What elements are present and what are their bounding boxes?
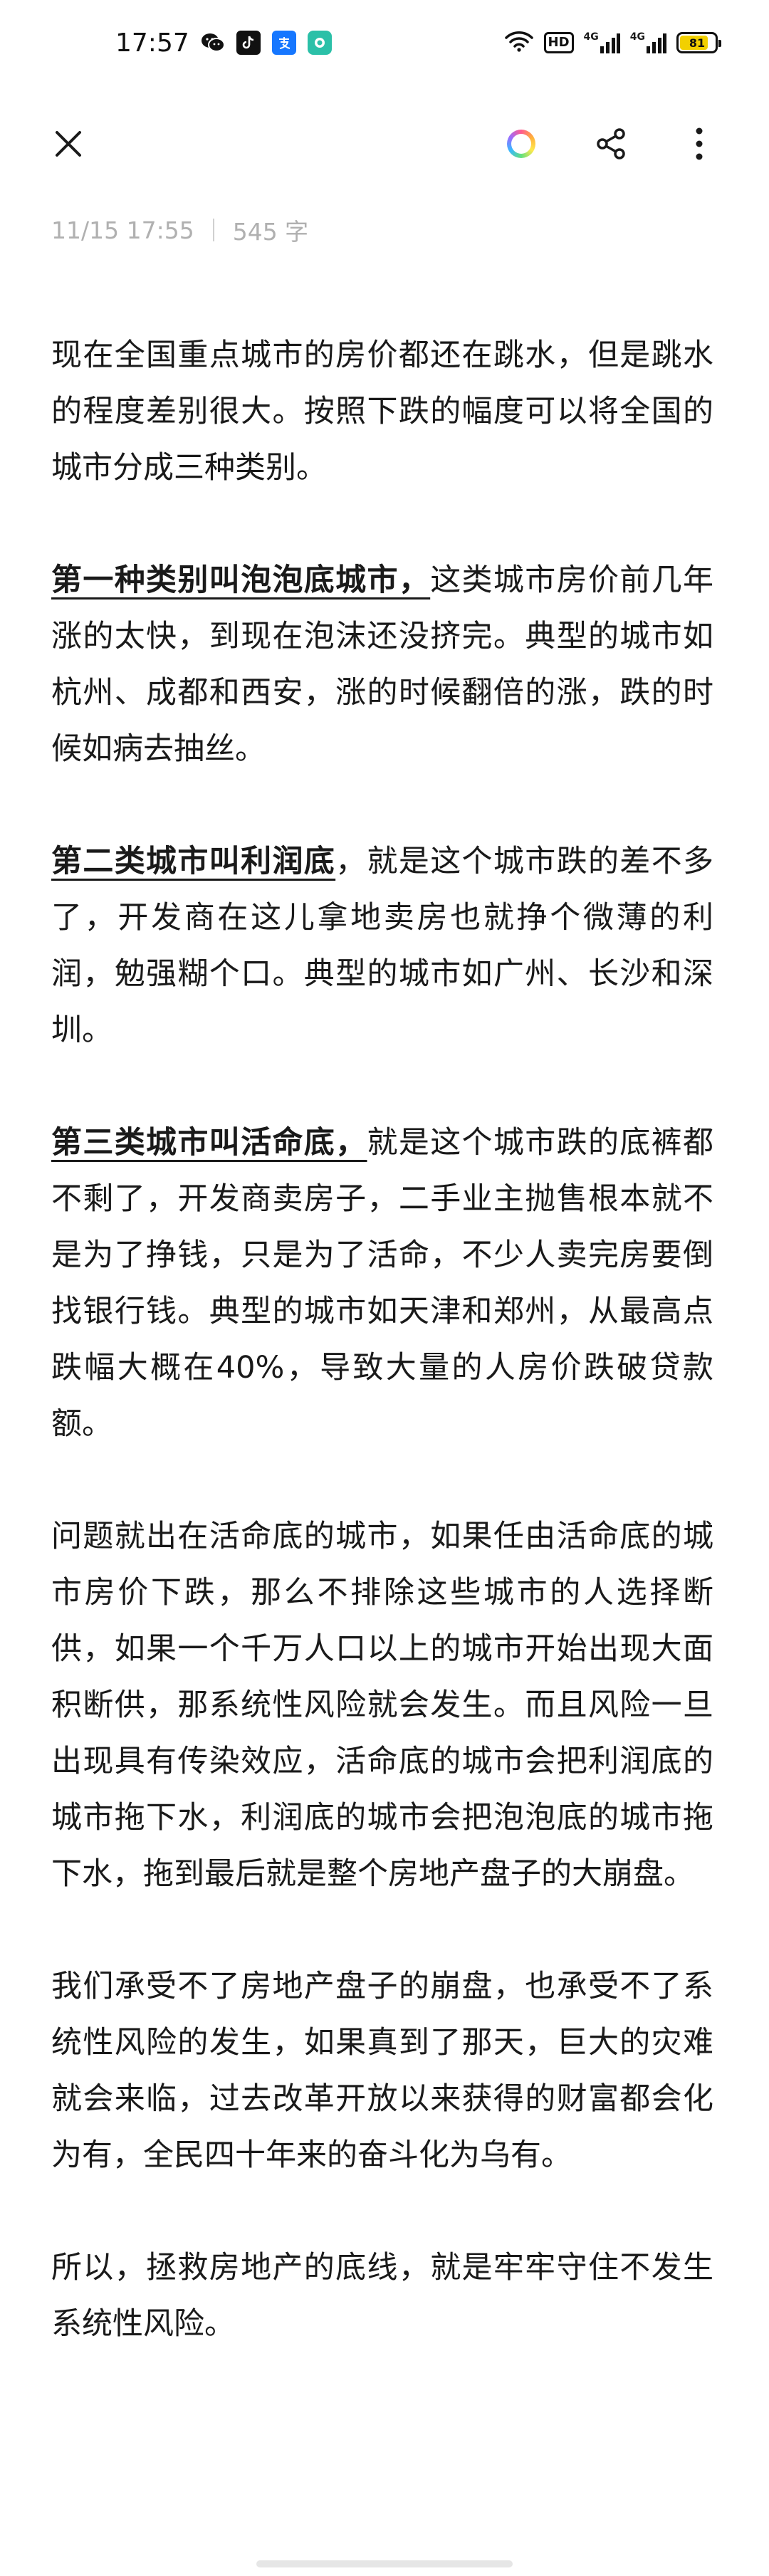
note-body[interactable]: 现在全国重点城市的房价都还在跳水，但是跳水的程度差别很大。按照下跌的幅度可以将全… [51,328,713,2352]
note-word-count: 545 字 [232,218,309,246]
alipay-icon [272,31,296,55]
share-icon [597,128,625,159]
signal-icon: 4G [584,32,620,53]
paragraph-text: 现在全国重点城市的房价都还在跳水，但是跳水的程度差别很大。按照下跌的幅度可以将全… [51,337,713,486]
signal-icon: 4G [630,32,666,53]
close-button[interactable] [46,121,91,167]
paragraph: 问题就出在活命底的城市，如果任由活命底的城市房价下跌，那么不排除这些城市的人选择… [51,1509,713,1902]
hd-badge: HD [543,32,574,53]
signal-label: 4G [583,31,599,43]
paragraph-heading: 第三类城市叫活命底， [51,1125,367,1161]
tiktok-icon [236,31,261,55]
paragraph: 现在全国重点城市的房价都还在跳水，但是跳水的程度差别很大。按照下跌的幅度可以将全… [51,328,713,496]
close-icon [56,131,81,157]
note-toolbar [0,107,769,178]
paragraph-heading: 第二类城市叫利润底 [51,844,336,879]
paragraph-text: 所以，拯救房地产的底线，就是牢牢守住不发生系统性风险。 [51,2250,713,2342]
share-button[interactable] [588,121,634,167]
note-meta: 11/15 17:55 545 字 [51,212,308,248]
message-icon [308,31,332,55]
paragraph: 第三类城市叫活命底，就是这个城市跌的底裤都不剩了，开发商卖房子，二手业主抛售根本… [51,1115,713,1452]
paragraph-text: 就是这个城市跌的底裤都不剩了，开发商卖房子，二手业主抛售根本就不是为了挣钱，只是… [51,1125,713,1442]
home-indicator[interactable] [256,2560,513,2567]
battery-level: 81 [689,36,706,50]
paragraph-text: 问题就出在活命底的城市，如果任由活命底的城市房价下跌，那么不排除这些城市的人选择… [51,1519,713,1892]
wifi-icon [504,30,534,56]
theme-color-icon [507,130,535,158]
paragraph: 第二类城市叫利润底，就是这个城市跌的差不多了，开发商在这儿拿地卖房也就挣个微薄的… [51,834,713,1059]
paragraph-text: 我们承受不了房地产盘子的崩盘，也承受不了系统性风险的发生，如果真到了那天，巨大的… [51,1969,713,2173]
paragraph: 我们承受不了房地产盘子的崩盘，也承受不了系统性风险的发生，如果真到了那天，巨大的… [51,1959,713,2184]
paragraph: 第一种类别叫泡泡底城市，这类城市房价前几年涨的太快，到现在泡沫还没挤完。典型的城… [51,553,713,777]
more-button[interactable] [676,121,722,167]
paragraph-heading: 第一种类别叫泡泡底城市， [51,562,431,598]
wechat-icon [201,31,225,55]
meta-divider [212,219,214,241]
paragraph: 所以，拯救房地产的底线，就是牢牢守住不发生系统性风险。 [51,2240,713,2352]
status-time: 17:57 [115,28,189,58]
signal-label: 4G [629,31,645,43]
note-timestamp: 11/15 17:55 [51,216,194,244]
status-indicators: HD 4G 4G 81 [504,27,721,58]
battery-icon: 81 [676,32,721,53]
status-bar: 17:57 HD 4G 4G 81 [0,0,769,85]
more-icon [696,127,703,160]
notification-icons [201,28,332,57]
theme-color-button[interactable] [498,121,544,167]
